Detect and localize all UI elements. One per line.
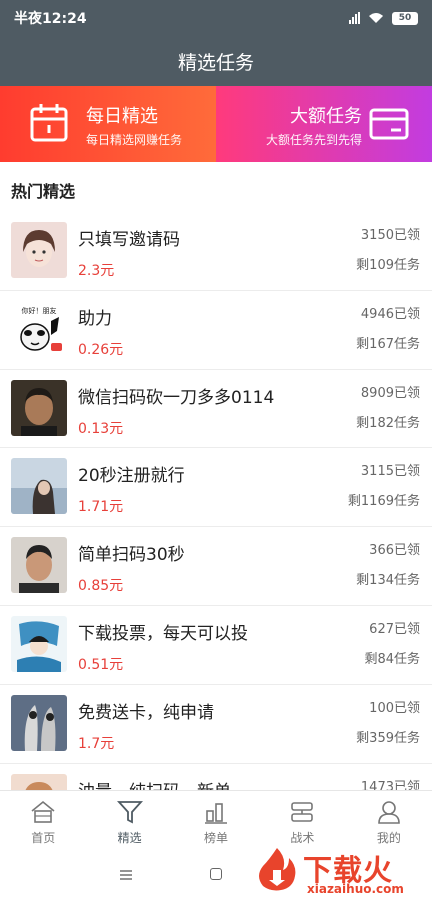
task-claimed-count: 3115已领 <box>360 464 420 480</box>
task-claimed-count: 100已领 <box>369 700 420 716</box>
large-tasks-subtitle: 大额任务先到先得 <box>265 133 362 147</box>
task-claimed-count: 8909已领 <box>360 385 420 401</box>
home-icon <box>31 800 55 823</box>
task-remaining-count: 剩182任务 <box>356 415 420 431</box>
task-item[interactable]: 只填写邀请码 2.3元 3150已领 剩109任务 <box>0 212 432 291</box>
task-item[interactable]: 你好！朋友 助力 0.26元 4946已领 剩167任务 <box>0 291 432 370</box>
flame-logo-icon <box>259 848 296 891</box>
task-title: 只填写邀请码 <box>78 230 180 250</box>
section-title: 热门精选 <box>11 182 76 201</box>
avatar <box>11 615 67 672</box>
menu-icon[interactable] <box>120 869 132 881</box>
task-item[interactable]: 免费送卡，纯申请 1.7元 100已领 剩359任务 <box>0 685 432 764</box>
avatar <box>11 694 67 751</box>
nav-label-home: 首页 <box>31 831 56 845</box>
task-remaining-count: 剩134任务 <box>356 573 420 589</box>
task-claimed-count: 366已领 <box>369 543 420 559</box>
task-price: 0.13元 <box>78 420 124 437</box>
task-title: 免费送卡，纯申请 <box>78 702 214 723</box>
large-tasks-banner[interactable]: 大额任务 大额任务先到先得 <box>216 86 432 162</box>
avatar <box>11 773 67 790</box>
task-item[interactable]: 下载投票，每天可以投 0.51元 627已领 剩84任务 <box>0 606 432 685</box>
filter-icon <box>116 801 143 824</box>
task-price: 1.71元 <box>78 499 124 516</box>
task-price: 0.26元 <box>78 341 124 358</box>
nav-item-featured[interactable]: 精选 <box>86 791 172 852</box>
task-item[interactable]: 微信扫码砍一刀多多0114 0.13元 8909已领 剩182任务 <box>0 370 432 449</box>
bottom-nav: 首页 精选 榜单 战术 我的 <box>0 790 432 852</box>
watermark: 下载火 xiazaihuo.com <box>253 846 428 898</box>
status-time: 半夜12:24 <box>14 11 87 27</box>
task-remaining-count: 剩359任务 <box>356 730 420 746</box>
status-bar: 半夜12:24 50 <box>0 0 432 36</box>
task-price: 1.7元 <box>78 735 115 752</box>
task-claimed-count: 3150已领 <box>360 228 420 243</box>
user-icon <box>378 801 400 824</box>
chart-icon <box>205 803 228 824</box>
task-price: 0.85元 <box>78 578 124 595</box>
task-remaining-count: 剩109任务 <box>356 258 420 273</box>
nav-item-profile[interactable]: 我的 <box>346 791 432 852</box>
nav-label-ranking: 榜单 <box>204 831 229 845</box>
task-claimed-count: 627已领 <box>369 621 420 637</box>
banner-row: 每日精选 每日精选网赚任务 大额任务 大额任务先到先得 <box>0 86 432 162</box>
task-title: 下载投票，每天可以投 <box>78 623 248 644</box>
tactics-icon <box>291 802 314 822</box>
task-item[interactable]: 油量，纯扫码，新单 1473已领 <box>0 764 432 790</box>
calendar-icon <box>30 104 68 142</box>
task-claimed-count: 1473已领 <box>360 779 420 790</box>
nav-item-home[interactable]: 首页 <box>0 791 86 852</box>
nav-label-profile: 我的 <box>376 831 401 845</box>
avatar-meme-caption: 你好！朋友 <box>22 306 57 315</box>
signal-icon <box>349 12 360 24</box>
daily-picks-banner[interactable]: 每日精选 每日精选网赚任务 <box>0 86 216 162</box>
task-remaining-count: 剩1169任务 <box>347 494 420 510</box>
card-icon <box>369 108 409 140</box>
nav-label-tactics: 战术 <box>290 831 315 845</box>
task-title: 20秒注册就行 <box>78 466 185 487</box>
nav-item-tactics[interactable]: 战术 <box>259 791 345 852</box>
task-remaining-count: 剩167任务 <box>356 336 420 352</box>
avatar: 你好！朋友 <box>11 300 67 357</box>
watermark-url: xiazaihuo.com <box>307 882 404 896</box>
task-title: 油量，纯扫码，新单 <box>78 777 231 790</box>
daily-picks-subtitle: 每日精选网赚任务 <box>86 133 183 147</box>
avatar <box>11 537 67 594</box>
nav-label-featured: 精选 <box>117 831 142 845</box>
daily-picks-title: 每日精选 <box>86 106 158 127</box>
task-price: 2.3元 <box>78 263 115 279</box>
avatar <box>11 222 67 278</box>
large-tasks-title: 大额任务 <box>290 106 362 127</box>
task-price: 0.51元 <box>78 656 124 673</box>
wifi-icon <box>369 13 383 23</box>
page-title: 精选任务 <box>177 51 254 74</box>
task-item[interactable]: 20秒注册就行 1.71元 3115已领 剩1169任务 <box>0 448 432 528</box>
task-title: 简单扫码30秒 <box>78 545 185 566</box>
nav-item-ranking[interactable]: 榜单 <box>173 791 259 852</box>
task-claimed-count: 4946已领 <box>360 306 420 322</box>
task-item[interactable]: 简单扫码30秒 0.85元 366已领 剩134任务 <box>0 527 432 606</box>
task-list: 只填写邀请码 2.3元 3150已领 剩109任务 你好！朋友 助力 0.26元… <box>0 212 432 790</box>
task-title: 助力 <box>78 308 112 329</box>
avatar <box>11 379 67 436</box>
task-title: 微信扫码砍一刀多多0114 <box>78 387 275 408</box>
avatar <box>11 458 67 515</box>
page-header: 精选任务 <box>0 36 432 86</box>
task-remaining-count: 剩84任务 <box>364 651 420 667</box>
battery-icon: 50 <box>392 11 418 25</box>
system-home-icon[interactable] <box>210 868 222 880</box>
status-icons: 50 <box>349 11 418 25</box>
